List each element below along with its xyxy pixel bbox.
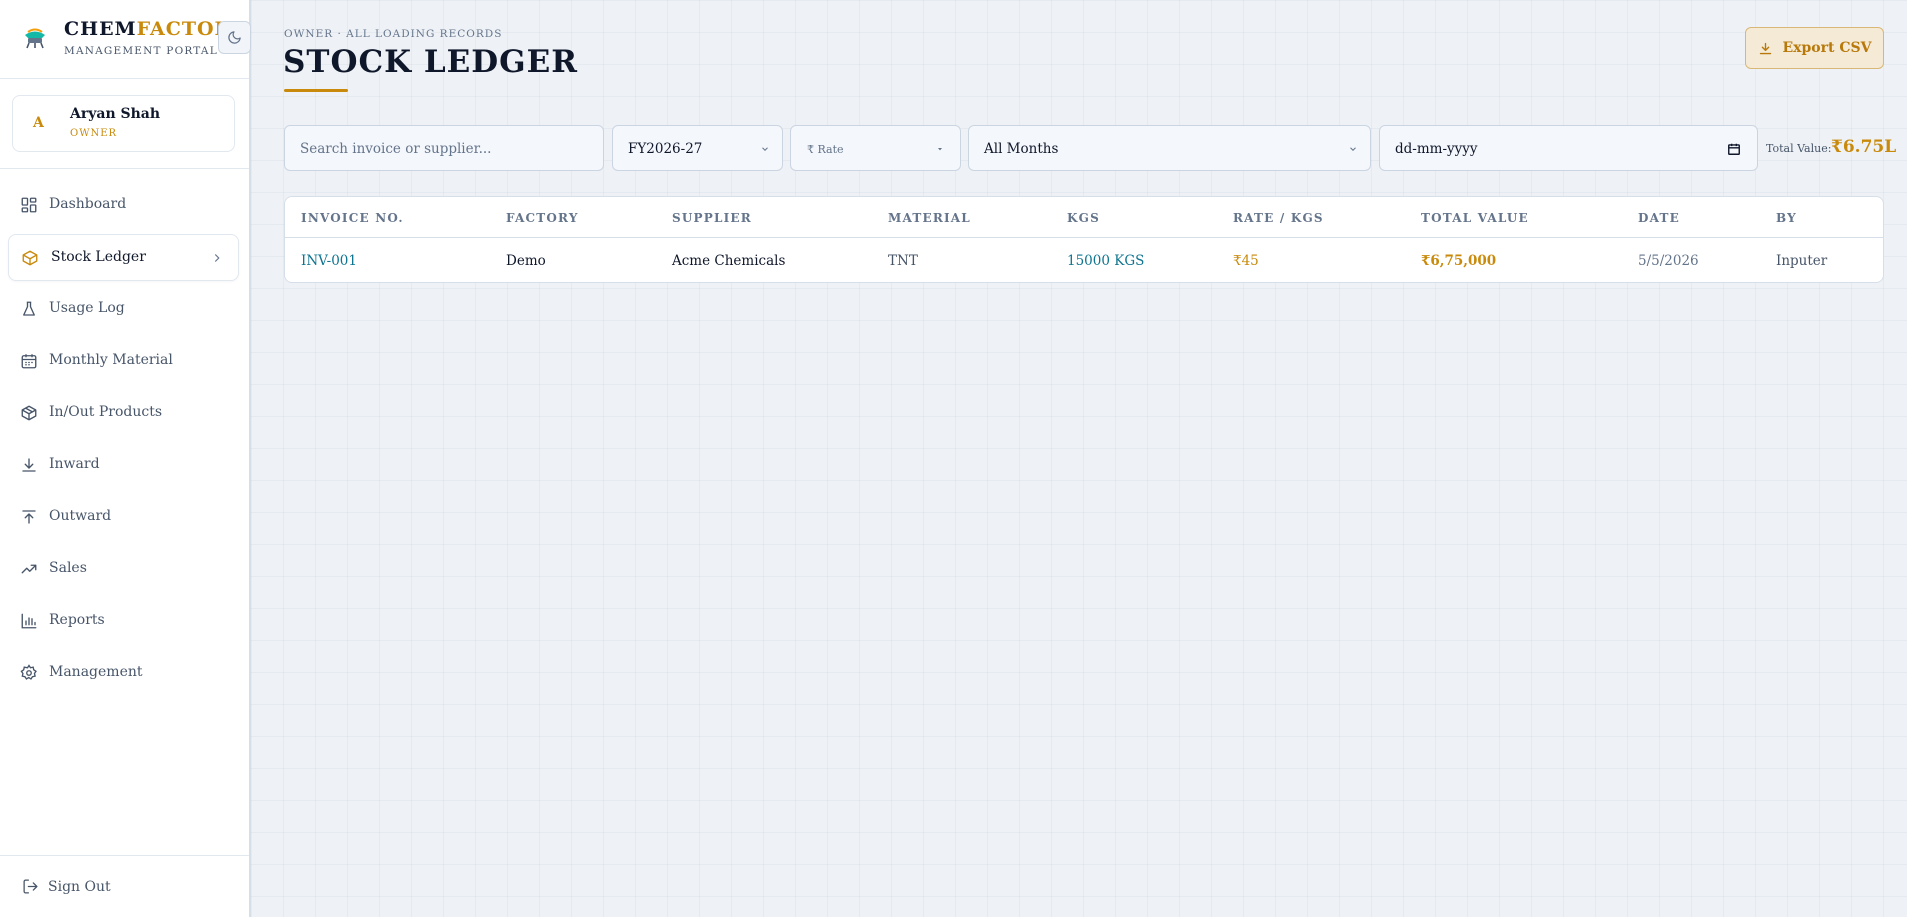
arrow-down-icon: [22, 458, 36, 472]
fiscal-year-value: FY2026-27: [628, 141, 703, 157]
table-row[interactable]: INV-001 Demo Acme Chemicals TNT 15000 KG…: [285, 238, 1883, 282]
trending-up-icon: [21, 564, 37, 574]
theme-toggle-button[interactable]: [218, 21, 251, 54]
column-header-total-value[interactable]: TOTAL VALUE: [1421, 211, 1529, 225]
sidebar-item-stock-ledger[interactable]: Stock Ledger: [8, 234, 239, 281]
export-csv-label: Export CSV: [1782, 40, 1872, 56]
sidebar-item-label: Usage Log: [49, 300, 125, 316]
column-header-factory[interactable]: FACTORY: [506, 211, 579, 225]
sidebar-item-label: Monthly Material: [49, 352, 173, 368]
stock-ledger-table: INVOICE NO. FACTORY SUPPLIER MATERIAL KG…: [284, 196, 1884, 283]
sidebar-item-label: Stock Ledger: [51, 249, 146, 265]
bar-chart-icon: [21, 613, 37, 629]
column-header-material[interactable]: MATERIAL: [888, 211, 971, 225]
chevron-right-icon: [214, 254, 220, 262]
cell-factory: Demo: [506, 253, 546, 269]
box-icon: [22, 250, 38, 266]
rate-value: ₹ Rate: [807, 143, 844, 156]
column-header-by[interactable]: BY: [1776, 211, 1797, 225]
download-icon: [1759, 42, 1771, 54]
arrow-up-icon: [22, 510, 36, 524]
month-select[interactable]: All Months: [968, 125, 1371, 171]
package-icon: [21, 405, 37, 421]
calendar-icon: [21, 354, 37, 369]
flask-logo-icon: [25, 28, 45, 49]
search-input[interactable]: Search invoice or supplier...: [284, 125, 604, 171]
breadcrumb: OWNER · ALL LOADING RECORDS: [284, 28, 503, 40]
cell-rate: ₹45: [1233, 253, 1259, 269]
sidebar-item-label: Outward: [49, 508, 112, 524]
date-placeholder: dd-mm-yyyy: [1395, 141, 1478, 157]
sidebar-item-usage-log[interactable]: Usage Log: [8, 286, 239, 333]
fiscal-year-select[interactable]: FY2026-27: [612, 125, 783, 171]
sidebar-item-label: Sales: [49, 560, 87, 576]
sidebar: CHEMFACTORY MANAGEMENT PORTAL A Aryan Sh…: [0, 0, 251, 917]
cell-total-value: ₹6,75,000: [1421, 253, 1497, 269]
user-card[interactable]: A Aryan Shah OWNER: [12, 95, 235, 152]
sidebar-item-label: Reports: [49, 612, 105, 628]
table-header: INVOICE NO. FACTORY SUPPLIER MATERIAL KG…: [285, 197, 1883, 238]
column-header-date[interactable]: DATE: [1638, 211, 1680, 225]
sidebar-item-reports[interactable]: Reports: [8, 598, 239, 645]
cell-material: TNT: [888, 253, 918, 269]
brand-subtitle: MANAGEMENT PORTAL: [64, 45, 218, 57]
date-input[interactable]: dd-mm-yyyy: [1379, 125, 1758, 171]
column-header-kgs[interactable]: KGS: [1067, 211, 1100, 225]
divider: [0, 168, 249, 169]
sidebar-item-label: Inward: [49, 456, 100, 472]
moon-icon: [228, 31, 241, 44]
total-value-amount: ₹6.75L: [1831, 137, 1897, 157]
caret-down-icon: [938, 148, 942, 151]
chevron-down-icon: [762, 147, 768, 151]
cell-supplier: Acme Chemicals: [672, 253, 786, 269]
sidebar-item-management[interactable]: Management: [8, 650, 239, 697]
column-header-supplier[interactable]: SUPPLIER: [672, 211, 752, 225]
user-name: Aryan Shah: [70, 106, 161, 122]
title-underline: [284, 89, 348, 92]
sign-out-label: Sign Out: [48, 878, 111, 895]
export-csv-button[interactable]: Export CSV: [1745, 27, 1884, 69]
sidebar-item-dashboard[interactable]: Dashboard: [8, 182, 239, 229]
sidebar-item-inward[interactable]: Inward: [8, 442, 239, 489]
dashboard-icon: [21, 197, 37, 213]
rate-select[interactable]: ₹ Rate: [790, 125, 961, 171]
main-content: OWNER · ALL LOADING RECORDS STOCK LEDGER…: [251, 0, 1907, 917]
column-header-invoice[interactable]: INVOICE NO.: [301, 211, 404, 225]
user-role: OWNER: [70, 128, 118, 139]
brand-header: CHEMFACTORY MANAGEMENT PORTAL: [0, 0, 251, 79]
cell-kgs: 15000 KGS: [1067, 253, 1145, 269]
sidebar-item-sales[interactable]: Sales: [8, 546, 239, 593]
sidebar-item-label: Management: [49, 664, 143, 680]
cell-by: Inputer: [1776, 253, 1828, 269]
cell-invoice[interactable]: INV-001: [301, 253, 357, 269]
month-value: All Months: [984, 141, 1059, 157]
logout-icon: [23, 879, 38, 894]
cell-date: 5/5/2026: [1638, 253, 1699, 269]
flask-icon: [23, 301, 35, 316]
chevron-down-icon: [1350, 147, 1356, 151]
page-title: STOCK LEDGER: [283, 44, 579, 80]
sidebar-item-outward[interactable]: Outward: [8, 494, 239, 541]
sidebar-item-label: Dashboard: [49, 196, 127, 212]
sign-out-button[interactable]: Sign Out: [22, 878, 111, 895]
calendar-icon[interactable]: [1727, 142, 1741, 156]
divider: [0, 855, 249, 856]
gear-icon: [20, 664, 37, 680]
column-header-rate[interactable]: RATE / KGS: [1233, 211, 1324, 225]
sidebar-item-monthly-material[interactable]: Monthly Material: [8, 338, 239, 385]
search-placeholder: Search invoice or supplier...: [300, 141, 492, 157]
total-value-label: Total Value:: [1766, 142, 1832, 155]
avatar: A: [33, 115, 44, 131]
sidebar-item-in-out-products[interactable]: In/Out Products: [8, 390, 239, 437]
sidebar-item-label: In/Out Products: [49, 404, 163, 420]
